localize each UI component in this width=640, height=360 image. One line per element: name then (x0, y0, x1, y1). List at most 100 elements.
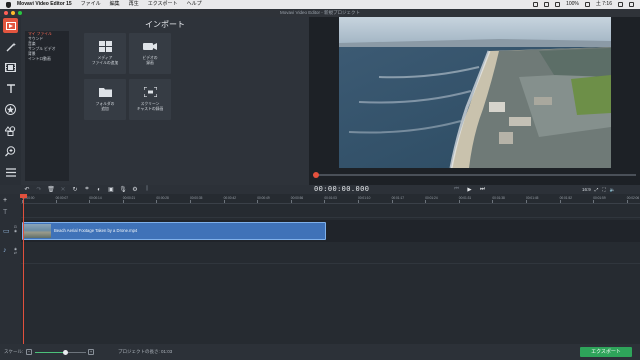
microphone-icon[interactable]: 🎙 (117, 185, 129, 194)
ruler-tick: 00:01:10 (358, 196, 371, 203)
fullscreen-icon[interactable]: ⛶ (602, 187, 605, 192)
star-badge-icon (5, 104, 16, 115)
menu-export[interactable]: エクスポート (148, 0, 178, 9)
ruler-tick: 00:01:38 (492, 196, 505, 203)
previous-frame-icon[interactable]: ⏮ (452, 186, 461, 193)
next-frame-icon[interactable]: ⏭ (478, 186, 487, 193)
record-video-button[interactable]: ビデオの 録画 (129, 33, 171, 74)
menu-file[interactable]: ファイル (81, 0, 101, 9)
wifi-icon[interactable] (555, 2, 561, 7)
video-track[interactable]: Beach Aerial Footage Taken by a Drone.mp… (21, 220, 640, 242)
menu-bar: Movavi Video Editor 15 ファイル 編集 再生 エクスポート… (0, 0, 640, 9)
audio-mute-icon[interactable]: ◉ ⇄ (14, 247, 17, 255)
film-icon (5, 63, 16, 72)
preview-area (309, 17, 640, 185)
settings-gear-icon[interactable]: ⚙ (129, 185, 141, 194)
add-track-icon[interactable]: + (3, 197, 7, 204)
tray-icon[interactable] (533, 2, 539, 7)
app-window: Movavi Video Editor 15 ファイル 編集 再生 エクスポート… (0, 0, 640, 360)
ruler-tick: 00:01:17 (391, 196, 405, 203)
add-folder-button[interactable]: フォルダの 追加 (84, 79, 126, 120)
detach-player-icon[interactable]: ⤢ (595, 187, 599, 192)
menubar-clock[interactable]: 土 7:16 (596, 0, 612, 9)
status-bar: スケール: − + プロジェクトの長さ: 01:03 エクスポート (0, 344, 640, 360)
audio-waveform-icon[interactable]: ⫼ (141, 185, 153, 194)
zoom-in-icon[interactable]: + (88, 349, 94, 355)
menu-list-icon[interactable] (629, 2, 634, 7)
video-clip[interactable]: Beach Aerial Footage Taken by a Drone.mp… (22, 222, 326, 240)
shapes-icon (5, 125, 16, 136)
track-lock-icon[interactable]: ⊡ ◉ (14, 225, 17, 233)
timeline-ruler[interactable]: 00:00:00 00:00:07 00:00:14 00:00:21 00:00:28… (21, 196, 640, 204)
text-icon (6, 83, 15, 93)
menu-playback[interactable]: 再生 (129, 0, 139, 9)
ruler-tick: 00:00:14 (89, 196, 102, 203)
controls-bar: ↶ ↷ 🗑 ✕ ↻ ⌗ ◐ ▣ 🎙 ⚙ ⫼ 00:00:00.000 ⏮ ▶ ⏭… (0, 185, 640, 194)
crop-icon[interactable]: ⌗ (81, 185, 93, 194)
callouts-tool-button[interactable] (3, 123, 18, 138)
record-screencast-label-2: キャストの録画 (136, 107, 164, 111)
project-duration: プロジェクトの長さ: 01:03 (118, 349, 173, 354)
ruler-tick: 00:01:45 (526, 196, 539, 203)
ruler-tick: 00:00:35 (190, 196, 203, 203)
tray-icon[interactable] (544, 2, 550, 7)
folder-icon (98, 88, 112, 97)
import-panel-title: インポート (145, 20, 185, 29)
aspect-ratio-selector[interactable]: 16:9 (582, 187, 591, 192)
search-icon[interactable] (618, 2, 623, 7)
close-window-button[interactable] (4, 11, 8, 15)
ruler-tick: 00:00:49 (257, 196, 270, 203)
battery-icon[interactable] (584, 2, 590, 7)
cut-icon[interactable]: ✕ (57, 185, 69, 194)
add-media-files-button[interactable]: メディア ファイルの追加 (84, 33, 126, 74)
export-button[interactable]: エクスポート (580, 347, 632, 357)
zoom-window-button[interactable] (18, 11, 22, 15)
camera-icon (143, 43, 157, 50)
timeline-zoom-slider[interactable]: − + (26, 349, 96, 355)
import-tool-button[interactable] (3, 18, 18, 33)
window-controls (4, 11, 22, 15)
preview-scrub-handle[interactable] (313, 172, 319, 178)
titles-tool-button[interactable] (3, 81, 18, 96)
apple-icon[interactable] (6, 1, 11, 8)
volume-icon[interactable]: 🔈 (610, 187, 616, 193)
ruler-tick: 00:01:03 (324, 196, 337, 203)
add-folder-label-2: 追加 (101, 107, 109, 111)
menu-edit[interactable]: 編集 (110, 0, 120, 9)
media-info-icon[interactable]: ▣ (105, 185, 117, 194)
transitions-tool-button[interactable] (3, 60, 18, 75)
import-icon (5, 21, 16, 30)
color-adjust-icon[interactable]: ◐ (93, 185, 105, 194)
text-track[interactable] (21, 208, 640, 218)
menu-app-name[interactable]: Movavi Video Editor 15 (17, 0, 72, 9)
text-track-icon: T (3, 209, 8, 216)
track-headers: + T ▭ ⊡ ◉ ♪ ◉ ⇄ (0, 194, 21, 344)
category-intro-videos[interactable]: イントロ動画 (28, 57, 66, 62)
timeline: + T ▭ ⊡ ◉ ♪ ◉ ⇄ 00:00:00 00:00:07 00:00:14 00… (0, 194, 640, 344)
rotate-icon[interactable]: ↻ (69, 185, 81, 194)
more-tools-button[interactable] (3, 165, 18, 180)
undo-icon[interactable]: ↶ (21, 185, 33, 194)
zoom-pan-tool-button[interactable] (3, 144, 18, 159)
playhead-line[interactable] (23, 194, 24, 346)
filters-tool-button[interactable] (3, 39, 18, 54)
zoom-knob[interactable] (63, 349, 69, 355)
add-media-files-label-2: ファイルの追加 (91, 61, 119, 65)
minimize-window-button[interactable] (11, 11, 15, 15)
ruler-tick: 00:00:42 (223, 196, 237, 203)
ruler-tick: 00:01:24 (425, 196, 438, 203)
player-right-controls: 16:9 ⤢ ⛶ 🔈 (582, 185, 615, 194)
play-icon[interactable]: ▶ (465, 187, 474, 193)
zoom-icon (5, 146, 16, 157)
audio-track[interactable] (21, 244, 640, 264)
zoom-out-icon[interactable]: − (26, 349, 32, 355)
redo-icon[interactable]: ↷ (33, 185, 45, 194)
record-screencast-button[interactable]: スクリーン キャストの録画 (129, 79, 171, 120)
delete-icon[interactable]: 🗑 (45, 185, 57, 194)
menubar-status-area: 100% 土 7:16 (533, 0, 640, 9)
stickers-tool-button[interactable] (3, 102, 18, 117)
menu-help[interactable]: ヘルプ (187, 0, 202, 9)
preview-scrub-bar[interactable] (313, 174, 636, 176)
ruler-tick: 00:02:06 (626, 196, 640, 203)
video-preview[interactable] (339, 17, 611, 168)
